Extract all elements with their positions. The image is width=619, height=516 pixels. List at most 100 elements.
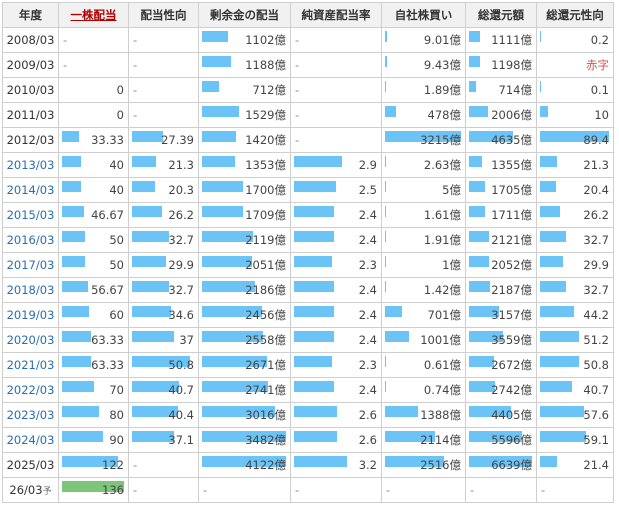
header-doe[interactable]: 純資産配当率 [290,2,382,28]
year-cell[interactable]: 2021/03 [2,352,59,378]
value-bar [385,356,386,367]
cell-doe: - [290,27,382,53]
year-cell[interactable]: 2014/03 [2,177,59,203]
cell-value: 2671億 [245,358,286,372]
year-label: 2019/03 [6,308,55,322]
cell-total-return: 3559億 [465,327,537,353]
header-dividend-per-share[interactable]: 一株配当 [58,2,129,28]
year-cell[interactable]: 2020/03 [2,327,59,353]
cell-surplus-dividend: 1420億 [198,127,291,153]
value-bar [202,31,228,42]
cell-buyback: 5億 [381,177,466,203]
year-cell[interactable]: 2017/03 [2,252,59,278]
value-bar [540,231,566,242]
cell-value: 1353億 [245,158,286,172]
header-total-return-ratio[interactable]: 総還元性向 [536,2,614,28]
cell-buyback: 2114億 [381,427,466,453]
cell-value: 90 [109,433,124,447]
cell-value: 3482億 [245,433,286,447]
cell-dividend-per-share: 46.67 [58,202,129,228]
cell-value: 59.1 [583,433,609,447]
cell-payout-ratio: 20.3 [128,177,199,203]
value-bar [385,31,387,42]
value-bar [62,381,94,392]
cell-payout-ratio: 37 [128,327,199,353]
header-total-return[interactable]: 総還元額 [465,2,537,28]
header-year[interactable]: 年度 [2,2,59,28]
year-cell[interactable]: 2018/03 [2,277,59,303]
header-buyback[interactable]: 自社株買い [381,2,466,28]
cell-value: - [133,58,138,72]
year-label: 2010/03 [6,83,55,97]
cell-value: 40.7 [168,383,194,397]
cell-value: 0.1 [590,83,609,97]
cell-value: 63.33 [91,358,124,372]
table-row: 2025/03 122- 4122億 3.2 2516億 6639億 21.4 [2,452,614,478]
cell-value: 赤字 [586,58,609,72]
year-label: 2017/03 [6,258,55,272]
cell-total-return: 6639億 [465,452,537,478]
cell-dividend-per-share: - [58,52,129,78]
cell-total-return-ratio: 21.4 [536,452,614,478]
year-cell[interactable]: 2023/03 [2,402,59,428]
year-label: 2011/03 [6,108,55,122]
cell-doe: 2.9 [290,152,382,178]
cell-doe: - [290,77,382,103]
cell-total-return: 2672億 [465,352,537,378]
value-bar [202,131,236,142]
cell-total-return: 2006億 [465,102,537,128]
cell-total-return-ratio: 50.8 [536,352,614,378]
cell-value: 3215億 [420,133,461,147]
value-bar [202,106,239,117]
cell-value: 34.6 [168,308,194,322]
cell-value: 0 [116,83,124,97]
cell-total-return-ratio: - [536,477,614,503]
cell-total-return: 5596億 [465,427,537,453]
cell-value: 2.4 [358,208,377,222]
year-cell[interactable]: 2022/03 [2,377,59,403]
cell-value: 1億 [442,258,461,272]
cell-dividend-per-share: 80 [58,402,129,428]
cell-value: 2.4 [358,383,377,397]
cell-value: 26.2 [168,208,194,222]
cell-value: 1711億 [491,208,532,222]
value-bar [294,156,342,167]
year-cell[interactable]: 2016/03 [2,227,59,253]
cell-value: 2456億 [245,308,286,322]
header-surplus-dividend[interactable]: 剰余金の配当 [198,2,291,28]
year-cell[interactable]: 2024/03 [2,427,59,453]
cell-total-return-ratio: 57.6 [536,402,614,428]
cell-buyback: 1388億 [381,402,466,428]
year-label: 26/03 [9,483,43,497]
cell-value: - [63,33,68,47]
year-cell[interactable]: 2015/03 [2,202,59,228]
cell-total-return-ratio: 59.1 [536,427,614,453]
cell-value: 2006億 [491,108,532,122]
table-row: 2018/03 56.67 32.7 2186億 2.4 1.42億 2187億 32.7 [2,277,614,303]
cell-dividend-per-share: 50 [58,252,129,278]
cell-value: 2.6 [358,408,377,422]
cell-value: 27.39 [161,133,194,147]
cell-value: 2741億 [245,383,286,397]
value-bar [385,381,386,392]
table-row: 2020/03 63.33 37 2558億 2.4 1001億 3559億 51.2 [2,327,614,353]
year-cell[interactable]: 2019/03 [2,302,59,328]
value-bar [469,206,485,217]
cell-doe: 2.3 [290,352,382,378]
cell-value: 32.7 [168,283,194,297]
value-bar [62,306,89,317]
cell-doe: 2.4 [290,227,382,253]
cell-value: 50.8 [583,358,609,372]
table-row: 2008/03- -1102億 -9.01億 1111億 0.2 [2,27,614,53]
header-payout-ratio[interactable]: 配当性向 [128,2,199,28]
value-bar [385,406,418,417]
year-label: 2015/03 [6,208,55,222]
value-bar [62,131,79,142]
cell-surplus-dividend: 2051億 [198,252,291,278]
year-cell[interactable]: 2013/03 [2,152,59,178]
cell-surplus-dividend: 3016億 [198,402,291,428]
year-cell: 26/03予 [2,477,59,503]
cell-doe: 2.4 [290,277,382,303]
cell-dividend-per-share: 0 [58,102,129,128]
cell-payout-ratio: - [128,27,199,53]
